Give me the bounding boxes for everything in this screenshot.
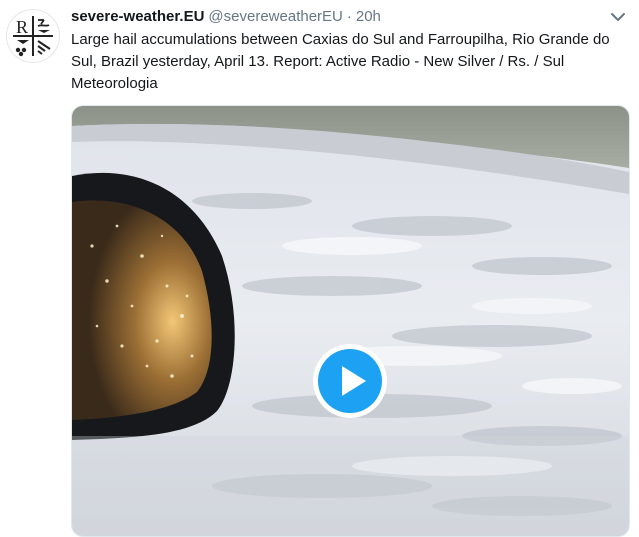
chevron-down-icon[interactable] (609, 10, 627, 24)
avatar[interactable]: R (6, 9, 60, 63)
logo-icon: R (13, 16, 53, 57)
video-frame (72, 106, 629, 536)
video-thumbnail[interactable] (71, 105, 630, 537)
play-icon (318, 349, 382, 413)
tweet: R severe-weather.EU @severeweatherEU · 20h … (0, 0, 639, 537)
author-handle[interactable]: @severeweatherEU (208, 8, 342, 25)
timestamp[interactable]: 20h (356, 8, 381, 25)
tweet-text: Large hail accumulations between Caxias … (71, 31, 610, 92)
play-button[interactable] (313, 344, 387, 418)
separator: · (346, 8, 352, 25)
tweet-header: severe-weather.EU @severeweatherEU · 20h (71, 7, 381, 27)
avatar-letter: R (16, 17, 28, 37)
author-name[interactable]: severe-weather.EU (71, 8, 204, 25)
